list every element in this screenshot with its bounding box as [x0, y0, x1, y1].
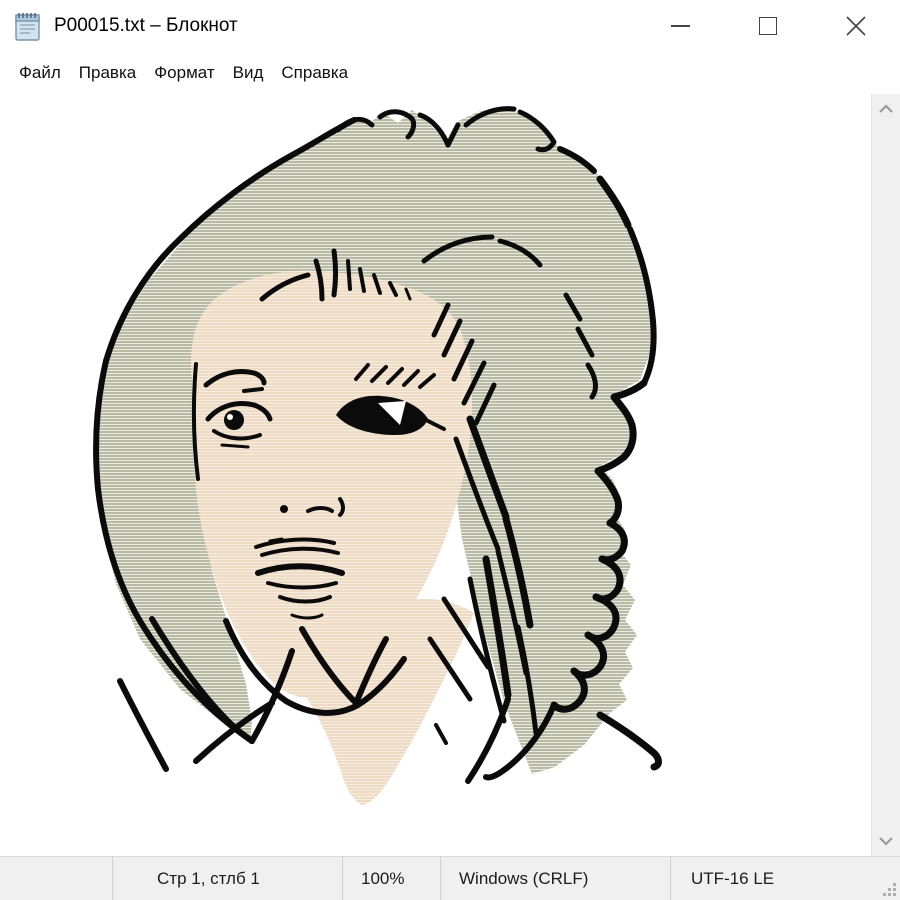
- maximize-button[interactable]: [724, 0, 812, 52]
- menu-bar: Файл Правка Формат Вид Справка: [0, 52, 900, 94]
- menu-help[interactable]: Справка: [272, 52, 357, 94]
- close-icon: [845, 15, 867, 37]
- chevron-down-icon: [878, 836, 894, 846]
- scroll-up-button[interactable]: [872, 94, 900, 124]
- status-zoom-level: 100%: [342, 857, 440, 900]
- status-bar: Стр 1, стлб 1 100% Windows (CRLF) UTF-16…: [0, 856, 900, 900]
- minimize-button[interactable]: [636, 0, 724, 52]
- nostril-dot: [280, 505, 288, 513]
- text-area[interactable]: [0, 94, 900, 856]
- left-iris: [224, 410, 244, 430]
- window-controls: [636, 0, 900, 52]
- chevron-up-icon: [878, 104, 894, 114]
- sketch-portrait: [0, 94, 872, 856]
- window-title: P00015.txt – Блокнот: [54, 15, 238, 37]
- close-button[interactable]: [812, 0, 900, 52]
- menu-edit[interactable]: Правка: [70, 52, 145, 94]
- title-bar: P00015.txt – Блокнот: [0, 0, 900, 52]
- maximize-icon: [759, 17, 777, 35]
- notepad-icon: [14, 11, 42, 41]
- menu-file[interactable]: Файл: [10, 52, 70, 94]
- notepad-window: P00015.txt – Блокнот Файл Правка Формат …: [0, 0, 900, 900]
- menu-format[interactable]: Формат: [145, 52, 223, 94]
- menu-view[interactable]: Вид: [224, 52, 273, 94]
- resize-grip-icon[interactable]: [880, 880, 898, 898]
- scroll-down-button[interactable]: [872, 826, 900, 856]
- vertical-scrollbar[interactable]: [871, 94, 900, 856]
- status-encoding: UTF-16 LE: [670, 857, 900, 900]
- minimize-icon: [671, 25, 690, 27]
- status-spacer: [0, 857, 112, 900]
- status-line-ending: Windows (CRLF): [440, 857, 670, 900]
- status-cursor-position: Стр 1, стлб 1: [112, 857, 342, 900]
